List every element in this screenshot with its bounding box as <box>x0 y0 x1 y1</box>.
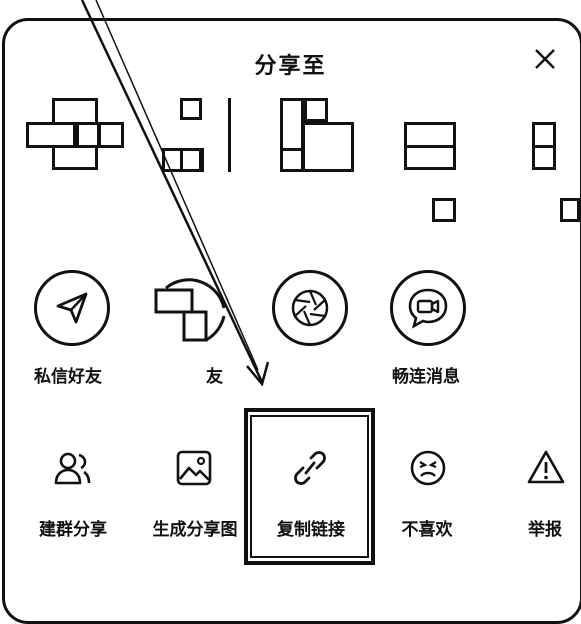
app-icon-4-block <box>432 198 456 222</box>
app-icon-1-block <box>26 122 76 148</box>
app-icon-1-block <box>98 122 124 148</box>
app-icon-1-block <box>76 122 100 148</box>
image-icon <box>176 450 212 486</box>
report-button[interactable] <box>526 448 566 488</box>
private-message-label: 私信好友 <box>34 367 102 387</box>
private-message-button[interactable] <box>34 270 110 346</box>
aperture-icon <box>291 289 329 327</box>
moments-button[interactable] <box>272 270 348 346</box>
copy-link-label: 复制链接 <box>277 520 345 540</box>
unhappy-face-icon <box>410 450 446 486</box>
friends-button[interactable] <box>150 270 230 350</box>
friends-broken-icon <box>154 278 226 342</box>
app-icon-4-line <box>404 145 456 148</box>
group-users-icon <box>54 452 91 485</box>
changlian-label: 畅连消息 <box>392 367 460 387</box>
close-button[interactable] <box>530 44 560 74</box>
warning-icon <box>527 450 565 484</box>
app-icon-5-line <box>532 145 556 148</box>
link-icon <box>294 451 326 485</box>
dislike-button[interactable] <box>408 448 448 488</box>
generate-image-button[interactable] <box>174 448 214 488</box>
paper-plane-icon <box>56 292 88 324</box>
app-icon-2-block[interactable] <box>180 98 202 120</box>
app-icon-3-block <box>280 148 304 172</box>
group-share-label: 建群分享 <box>39 520 107 540</box>
copy-link-button[interactable] <box>290 448 330 488</box>
group-share-button[interactable] <box>52 448 92 488</box>
app-icon-5-block <box>560 198 580 222</box>
video-chat-bubble-icon <box>408 288 448 329</box>
app-icon-3-block <box>304 98 328 122</box>
changlian-button[interactable] <box>390 270 466 346</box>
app-icon-3-block <box>302 122 354 172</box>
close-icon <box>535 49 555 69</box>
app-icon-2-block <box>180 148 202 172</box>
dislike-label: 不喜欢 <box>401 520 453 540</box>
share-sheet-title: 分享至 <box>254 54 327 79</box>
app-icon-2-line <box>228 98 231 172</box>
friends-label: 友 <box>206 367 223 387</box>
report-label: 举报 <box>528 520 562 540</box>
generate-image-label: 生成分享图 <box>152 520 238 540</box>
